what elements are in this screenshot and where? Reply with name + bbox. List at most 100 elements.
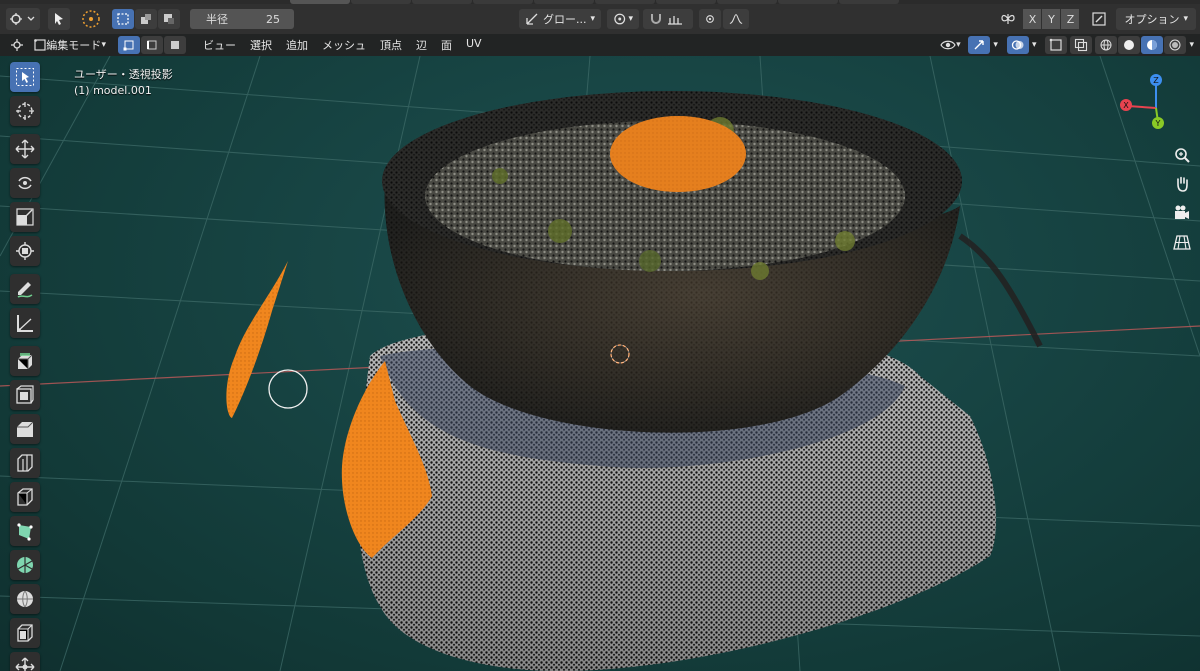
select-subtract-button[interactable] [158, 9, 180, 29]
tool-bevel[interactable] [10, 414, 40, 444]
blender-window: 半径 25 グロー... ▾ ▾ X Y Z オプション ▾ 編集モード ▾ ビ… [0, 0, 1200, 671]
options-dropdown[interactable]: オプション ▾ [1116, 8, 1196, 30]
tool-move[interactable] [10, 134, 40, 164]
tool-select-icon-button[interactable] [48, 8, 70, 30]
knife-icon [17, 488, 33, 506]
tool-settings-wrench-button[interactable] [1086, 8, 1112, 30]
visibility-dropdown[interactable]: ▾ [935, 36, 965, 54]
tool-select-box[interactable] [10, 62, 40, 92]
editor-type-mini-button[interactable] [6, 36, 28, 54]
tool-measure[interactable] [10, 308, 40, 338]
wireframe-shading-button[interactable] [1095, 36, 1118, 54]
selection-mode-group [112, 9, 180, 29]
viewport-menu-bar: ビュー 選択 追加 メッシュ 頂点 辺 面 UV [196, 37, 489, 53]
proportional-editing-toggle[interactable] [699, 9, 721, 29]
perspective-toggle-button[interactable] [1170, 230, 1194, 254]
y-axis-text: Y [1155, 119, 1161, 128]
snap-increment-icon [668, 16, 682, 25]
tool-spin[interactable] [10, 550, 40, 580]
3d-viewport[interactable]: ユーザー・透視投影 (1) model.001 Z X Y [0, 56, 1200, 671]
material-preview-shading-button[interactable] [1141, 36, 1164, 54]
camera-view-button[interactable] [1170, 201, 1194, 225]
menu-mesh[interactable]: メッシュ [322, 37, 366, 53]
chevron-down-icon[interactable]: ▾ [993, 40, 998, 50]
tool-smooth[interactable] [10, 584, 40, 614]
select-extend-icon [141, 14, 151, 24]
tool-annotate[interactable] [10, 274, 40, 304]
mirror-x-toggle[interactable]: X [1023, 9, 1042, 29]
mesh-overlay-icon [1050, 38, 1063, 51]
viewport-editor-icon [11, 39, 23, 51]
select-new-button[interactable] [112, 9, 134, 29]
rendered-sphere-icon [1169, 39, 1181, 51]
xray-toggle[interactable] [1070, 36, 1093, 54]
face-select-mode-button[interactable] [164, 36, 186, 54]
chevron-down-icon[interactable]: ▾ [1032, 40, 1037, 50]
tool-extrude-region[interactable] [10, 346, 40, 376]
mirror-butterfly-icon [1001, 14, 1016, 24]
object-name-label: (1) model.001 [74, 84, 152, 97]
menu-uv[interactable]: UV [466, 37, 482, 53]
tool-knife[interactable] [10, 482, 40, 512]
tool-settings-header: 半径 25 グロー... ▾ ▾ X Y Z オプション ▾ [0, 4, 1200, 34]
radius-field[interactable]: 半径 25 [190, 9, 294, 29]
select-box-cursor-icon [16, 68, 34, 86]
tool-scale[interactable] [10, 202, 40, 232]
tool-inset-faces[interactable] [10, 380, 40, 410]
edit-mode-icon [34, 39, 46, 51]
tool-rotate[interactable] [10, 168, 40, 198]
menu-vertex[interactable]: 頂点 [380, 37, 402, 53]
eye-icon [940, 40, 956, 50]
proportional-edit-icon [706, 15, 714, 23]
pan-button[interactable] [1170, 172, 1194, 196]
tool-loop-cut[interactable] [10, 448, 40, 478]
mode-label: 編集モード [46, 39, 102, 52]
chevron-down-icon: ▾ [628, 14, 633, 24]
solid-shading-button[interactable] [1118, 36, 1141, 54]
orientation-icon [526, 13, 538, 25]
tool-cursor[interactable] [10, 96, 40, 126]
pivot-point-dropdown[interactable]: ▾ [607, 9, 639, 29]
view-name-label: ユーザー・透視投影 [74, 68, 173, 81]
navigation-gizmo[interactable]: Z X Y [1118, 70, 1188, 140]
smooth-sphere-icon [17, 590, 33, 608]
vertex-select-mode-button[interactable] [118, 36, 140, 54]
snapping-group[interactable] [643, 9, 693, 29]
circle-select-icon-button[interactable] [78, 8, 104, 30]
gizmo-arrows-icon [974, 40, 985, 50]
gizmo-toggle[interactable] [968, 36, 991, 54]
tool-edge-slide[interactable] [10, 618, 40, 648]
rendered-shading-button[interactable] [1164, 36, 1187, 54]
3d-cursor-icon [16, 102, 34, 120]
proportional-falloff-dropdown[interactable] [723, 9, 749, 29]
mode-dropdown[interactable]: 編集モード ▾ [28, 36, 112, 54]
wrench-icon [1092, 12, 1107, 26]
menu-add[interactable]: 追加 [286, 37, 308, 53]
zoom-button[interactable] [1170, 143, 1194, 167]
point-cloud-bowl [382, 91, 1043, 433]
chevron-down-icon: ▾ [101, 40, 106, 50]
overlays-toggle[interactable] [1006, 36, 1029, 54]
mirror-y-toggle[interactable]: Y [1042, 9, 1061, 29]
chevron-down-icon[interactable]: ▾ [1189, 40, 1194, 50]
menu-view[interactable]: ビュー [203, 37, 236, 53]
x-axis-text: X [1123, 101, 1129, 110]
menu-select[interactable]: 選択 [250, 37, 272, 53]
editor-type-button[interactable] [6, 8, 40, 30]
select-new-icon [117, 13, 129, 25]
menu-face[interactable]: 面 [441, 37, 452, 53]
tool-poly-build[interactable] [10, 516, 40, 546]
tool-shrink-fatten[interactable] [10, 652, 40, 671]
transform-orientation-dropdown[interactable]: グロー... ▾ [519, 9, 601, 29]
radius-value: 25 [266, 12, 280, 26]
select-extend-button[interactable] [135, 9, 157, 29]
mirror-z-toggle[interactable]: Z [1061, 9, 1080, 29]
hand-pan-icon [1177, 176, 1188, 192]
menu-edge[interactable]: 辺 [416, 37, 427, 53]
tool-transform[interactable] [10, 236, 40, 266]
rotate-icon [18, 176, 32, 190]
edge-select-mode-button[interactable] [141, 36, 163, 54]
edge-slide-icon [17, 624, 33, 642]
solid-sphere-icon [1124, 40, 1135, 50]
mesh-edit-overlays-toggle[interactable] [1045, 36, 1068, 54]
